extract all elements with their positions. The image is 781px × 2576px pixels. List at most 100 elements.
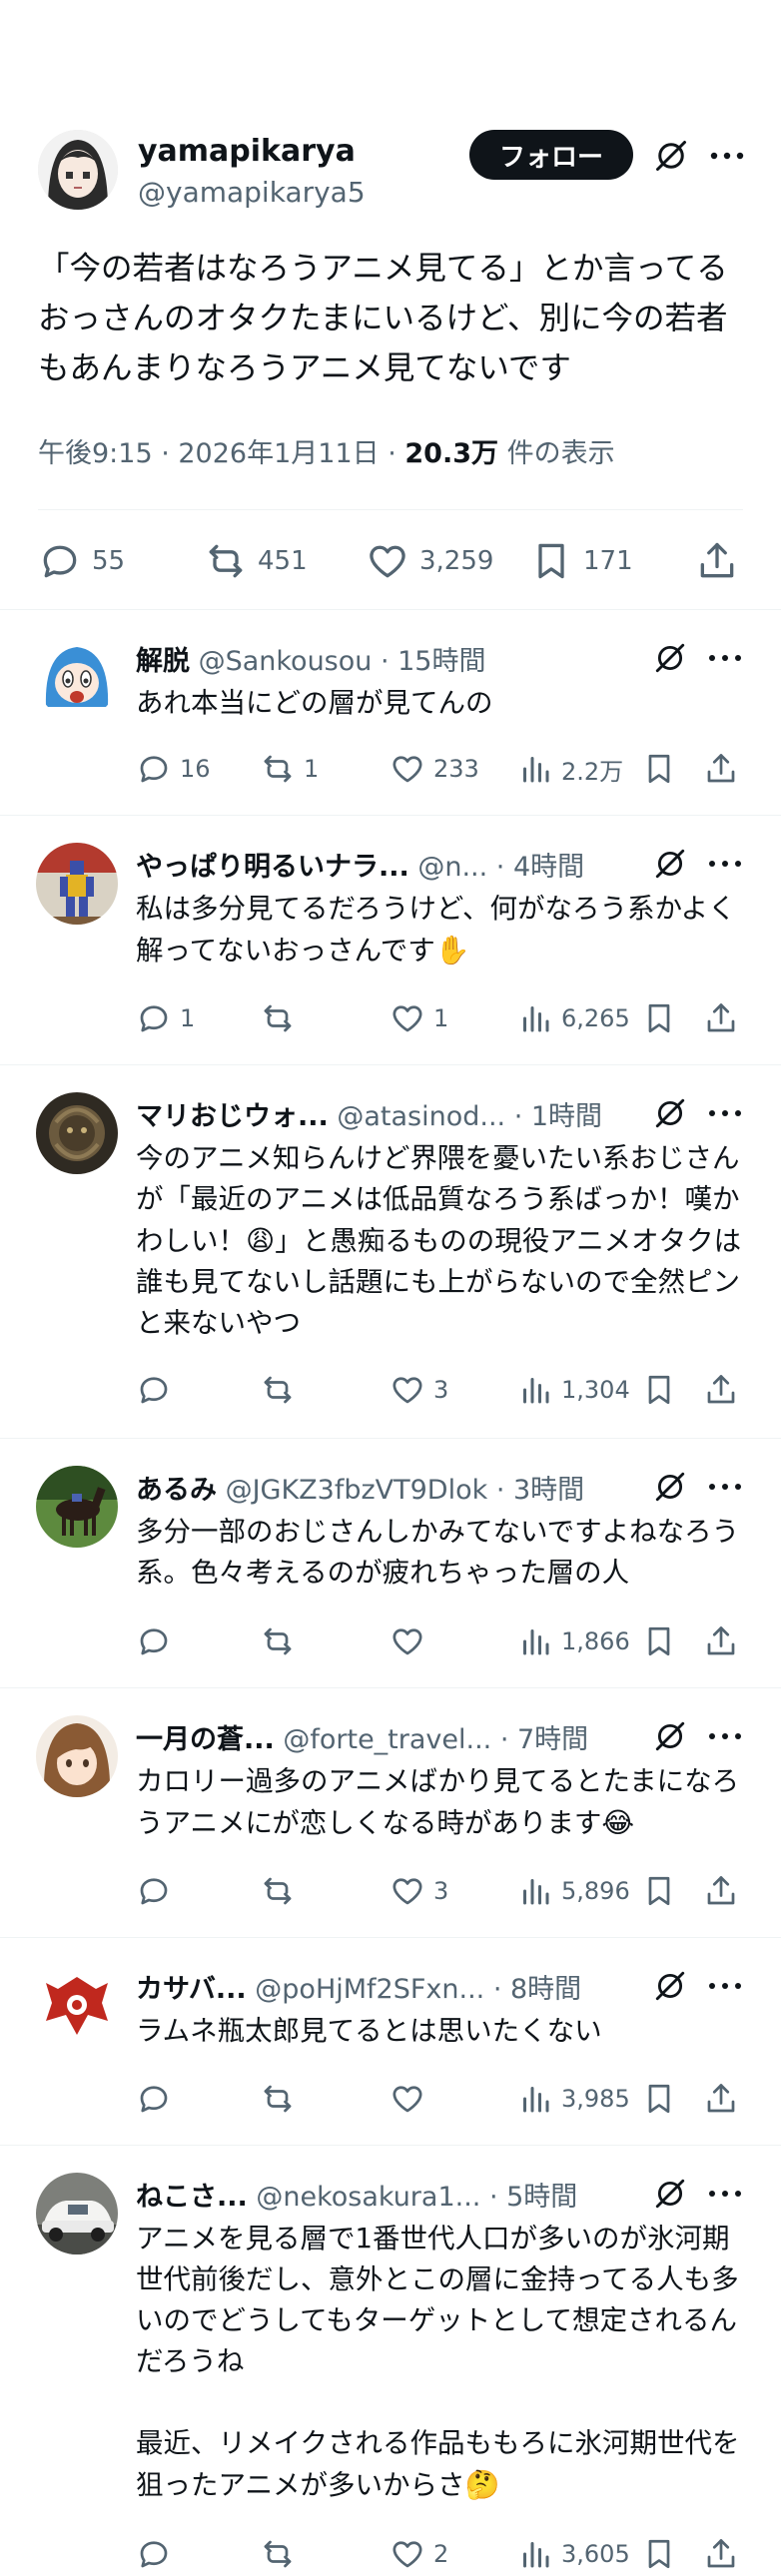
author-handle[interactable]: @yamapikarya5 — [138, 176, 366, 209]
reply-avatar[interactable] — [36, 1092, 118, 1174]
share-button[interactable] — [703, 1619, 739, 1663]
grok-icon[interactable] — [651, 845, 689, 883]
reply-display-name[interactable]: 解脱 — [136, 646, 190, 677]
share-icon — [707, 2539, 735, 2568]
reply-button[interactable] — [136, 1368, 180, 1412]
bookmark-icon — [648, 1876, 670, 1906]
bookmark-button[interactable] — [641, 747, 677, 791]
author-display-name[interactable]: yamapikarya — [138, 134, 356, 169]
reply-tweet[interactable]: やっぱり明るいナラ... @n... · 4時間 私は多分見てるだろうけど、何が… — [0, 817, 781, 1064]
repost-button[interactable]: 451 — [204, 535, 308, 587]
more-options-icon[interactable] — [703, 1967, 747, 2005]
reply-display-name[interactable]: マリおじウォ... — [136, 1101, 329, 1132]
share-button[interactable] — [703, 2077, 739, 2121]
views-button[interactable]: 3,605 — [517, 2532, 630, 2576]
repost-button[interactable] — [260, 996, 304, 1040]
like-button[interactable]: 2 — [390, 2532, 448, 2576]
reply-tweet[interactable]: ねこさ... @nekosakura1... · 5時間 アニメを見る層で1番世… — [0, 2147, 781, 2576]
reply-display-name[interactable]: あるみ — [136, 1475, 217, 1506]
views-button[interactable]: 2.2万 — [517, 747, 623, 791]
reply-avatar[interactable] — [36, 1715, 118, 1797]
views-button[interactable]: 3,985 — [517, 2077, 630, 2121]
bookmark-button[interactable]: 171 — [529, 535, 633, 587]
more-options-icon[interactable] — [705, 136, 749, 176]
grok-icon[interactable] — [651, 1468, 689, 1506]
bookmark-button[interactable] — [641, 2077, 677, 2121]
reply-button[interactable] — [136, 2077, 180, 2121]
bookmark-button[interactable] — [641, 2532, 677, 2576]
grok-icon[interactable] — [651, 136, 691, 176]
share-button[interactable] — [703, 996, 739, 1040]
reply-avatar[interactable] — [36, 1466, 118, 1548]
reply-tweet[interactable]: カサバ... @poHjMf2SFxn... · 8時間 ラムネ瓶太郎見てるとは… — [0, 1939, 781, 2145]
reply-button[interactable] — [136, 2532, 180, 2576]
views-button[interactable]: 5,896 — [517, 1869, 630, 1913]
views-count: 1,304 — [561, 1376, 630, 1404]
grok-icon[interactable] — [651, 639, 689, 677]
reply-button[interactable] — [136, 1619, 180, 1663]
reply-avatar[interactable] — [36, 1965, 118, 2047]
repost-button[interactable] — [260, 2077, 304, 2121]
views-icon — [523, 757, 549, 783]
repost-button[interactable] — [260, 2532, 304, 2576]
more-options-icon[interactable] — [703, 639, 747, 677]
views-button[interactable]: 6,265 — [517, 996, 630, 1040]
reply-button[interactable]: 55 — [38, 535, 125, 587]
reply-handle-time[interactable]: @poHjMf2SFxn... · 8時間 — [247, 1974, 581, 2005]
reply-handle-time[interactable]: @n... · 4時間 — [409, 852, 584, 883]
reply-tweet[interactable]: 一月の蒼... @forte_travel... · 7時間 カロリー過多のアニ… — [0, 1689, 781, 1937]
reply-display-name[interactable]: やっぱり明るいナラ... — [136, 852, 409, 883]
reply-handle-time[interactable]: @JGKZ3fbzVT9Dlok · 3時間 — [217, 1475, 585, 1506]
reply-handle-time[interactable]: @Sankousou · 15時間 — [190, 646, 486, 677]
grok-icon[interactable] — [651, 2175, 689, 2213]
reply-tweet[interactable]: マリおじウォ... @atasinod... · 1時間 今のアニメ知らんけど界… — [0, 1066, 781, 1438]
reply-button[interactable]: 16 — [136, 747, 211, 791]
bookmark-button[interactable] — [641, 1368, 677, 1412]
grok-icon[interactable] — [651, 1967, 689, 2005]
reply-button[interactable] — [136, 1869, 180, 1913]
repost-button[interactable] — [260, 1869, 304, 1913]
share-button[interactable] — [703, 1368, 739, 1412]
like-button[interactable]: 233 — [390, 747, 479, 791]
reply-tweet[interactable]: 解脱 @Sankousou · 15時間 あれ本当にどの層が見てんの 16 1 … — [0, 611, 781, 815]
like-button[interactable] — [390, 2077, 433, 2121]
reply-display-name[interactable]: ねこさ... — [136, 2182, 248, 2213]
repost-button[interactable] — [260, 1619, 304, 1663]
tweet-timestamp[interactable]: 午後9:15 · 2026年1月11日 · — [38, 438, 404, 469]
more-options-icon[interactable] — [703, 845, 747, 883]
grok-icon[interactable] — [651, 1094, 689, 1132]
like-button[interactable]: 1 — [390, 996, 448, 1040]
like-button[interactable]: 3 — [390, 1368, 448, 1412]
reply-display-name[interactable]: カサバ... — [136, 1974, 247, 2005]
share-button[interactable] — [703, 2532, 739, 2576]
like-button[interactable]: 3 — [390, 1869, 448, 1913]
reply-display-name[interactable]: 一月の蒼... — [136, 1724, 275, 1755]
reply-button[interactable]: 1 — [136, 996, 195, 1040]
share-button[interactable] — [703, 1869, 739, 1913]
more-options-icon[interactable] — [703, 2175, 747, 2213]
views-button[interactable]: 1,866 — [517, 1619, 630, 1663]
reply-tweet[interactable]: あるみ @JGKZ3fbzVT9Dlok · 3時間 多分一部のおじさんしかみて… — [0, 1440, 781, 1687]
bookmark-button[interactable] — [641, 1619, 677, 1663]
repost-button[interactable] — [260, 1368, 304, 1412]
like-button[interactable] — [390, 1619, 433, 1663]
bookmark-button[interactable] — [641, 1869, 677, 1913]
reply-avatar[interactable] — [36, 843, 118, 925]
views-button[interactable]: 1,304 — [517, 1368, 630, 1412]
more-options-icon[interactable] — [703, 1094, 747, 1132]
share-button[interactable] — [695, 535, 739, 587]
reply-avatar[interactable] — [36, 637, 118, 719]
like-button[interactable]: 3,259 — [366, 535, 493, 587]
follow-button[interactable]: フォロー — [469, 130, 633, 180]
bookmark-button[interactable] — [641, 996, 677, 1040]
repost-button[interactable]: 1 — [260, 747, 319, 791]
reply-handle-time[interactable]: @atasinod... · 1時間 — [329, 1101, 602, 1132]
reply-handle-time[interactable]: @nekosakura1... · 5時間 — [248, 2182, 577, 2213]
author-avatar[interactable] — [38, 130, 118, 210]
more-options-icon[interactable] — [703, 1717, 747, 1755]
reply-handle-time[interactable]: @forte_travel... · 7時間 — [275, 1724, 588, 1755]
grok-icon[interactable] — [651, 1717, 689, 1755]
reply-avatar[interactable] — [36, 2173, 118, 2254]
more-options-icon[interactable] — [703, 1468, 747, 1506]
share-button[interactable] — [703, 747, 739, 791]
